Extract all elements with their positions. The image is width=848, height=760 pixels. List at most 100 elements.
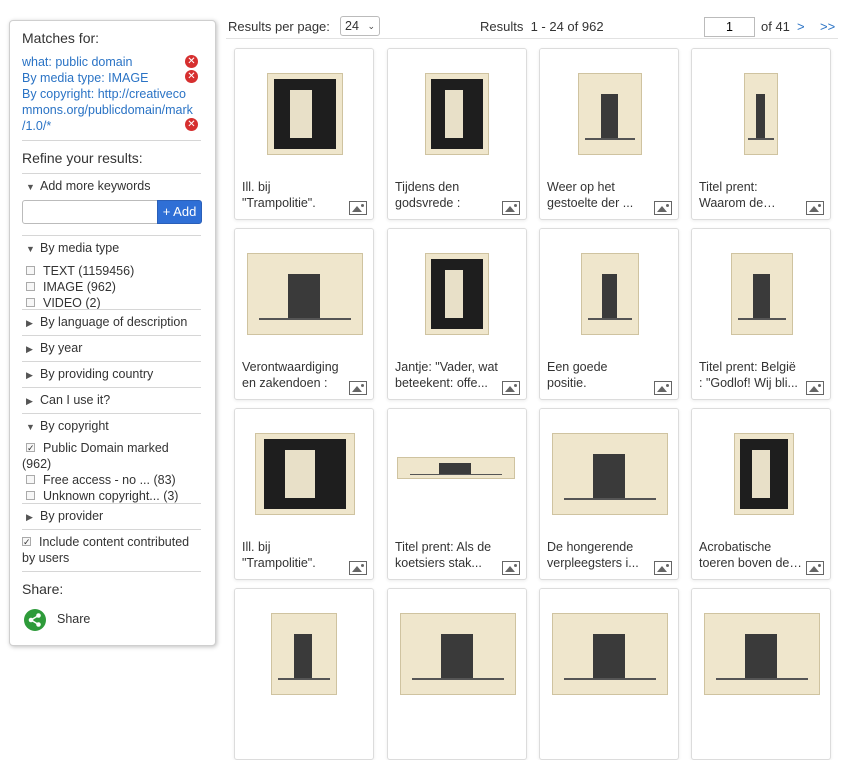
result-card[interactable]: Acrobatische toeren boven de intern... (691, 408, 831, 580)
result-card[interactable]: Titel prent: Als de koetsiers stak... (387, 408, 527, 580)
option-label: Unknown copyright... (3) (43, 489, 179, 503)
page-number-input[interactable] (704, 17, 755, 37)
facet-country[interactable]: ▶ By providing country (22, 362, 201, 386)
result-thumbnail[interactable] (552, 433, 668, 515)
checkbox[interactable] (26, 440, 35, 456)
facet-media-type[interactable]: ▼ By media type (22, 236, 201, 260)
result-thumbnail[interactable] (731, 253, 793, 335)
result-thumbnail[interactable] (400, 613, 516, 695)
result-thumbnail-area[interactable] (540, 49, 678, 171)
result-caption[interactable]: Titel prent: Als de koetsiers stak... (395, 539, 498, 571)
copyright-option-unknown[interactable]: Unknown copyright... (3) (26, 488, 178, 504)
result-thumbnail-area[interactable] (692, 229, 830, 351)
facet-label: By providing country (40, 367, 154, 381)
result-card[interactable]: De hongerende verpleegsters i... (539, 408, 679, 580)
result-thumbnail-area[interactable] (388, 589, 526, 711)
checkbox[interactable] (26, 266, 35, 275)
image-type-icon (806, 381, 824, 395)
result-card[interactable] (691, 588, 831, 760)
result-card[interactable]: Een goede positie. (539, 228, 679, 400)
copyright-option-free-access[interactable]: Free access - no ... (83) (26, 472, 176, 488)
remove-match-what-icon[interactable]: ✕ (185, 55, 198, 68)
remove-match-copyright-icon[interactable]: ✕ (185, 118, 198, 131)
result-card[interactable]: Jantje: "Vader, wat beteekent: offe... (387, 228, 527, 400)
result-caption[interactable]: Acrobatische toeren boven de intern... (699, 539, 802, 571)
match-copyright-link[interactable]: By copyright: http://creativeco mmons.or… (22, 86, 193, 134)
result-caption[interactable]: Titel prent: België : "Godlof! Wij bli..… (699, 359, 802, 391)
result-thumbnail[interactable] (552, 613, 668, 695)
result-thumbnail-area[interactable] (540, 409, 678, 531)
last-page-link[interactable]: >> (820, 19, 835, 34)
copyright-option-public-domain[interactable]: Public Domain marked (26, 440, 169, 456)
result-card[interactable]: Weer op het gestoelte der ... (539, 48, 679, 220)
result-caption[interactable]: Titel prent: Waarom de vrijzinnige b... (699, 179, 802, 211)
result-card[interactable]: Ill. bij "Trampolitie". (234, 408, 374, 580)
result-thumbnail[interactable] (581, 253, 639, 335)
image-type-icon (349, 381, 367, 395)
result-caption[interactable]: Ill. bij "Trampolitie". (242, 539, 345, 571)
result-card[interactable] (234, 588, 374, 760)
result-card[interactable]: Titel prent: België : "Godlof! Wij bli..… (691, 228, 831, 400)
facet-language[interactable]: ▶ By language of description (22, 310, 201, 334)
include-ugc-option[interactable]: Include content contributed (22, 534, 189, 550)
facet-copyright[interactable]: ▼ By copyright (22, 414, 201, 438)
match-what-link[interactable]: what: public domain (22, 54, 132, 70)
result-card[interactable] (539, 588, 679, 760)
result-thumbnail-area[interactable] (235, 589, 373, 711)
result-card[interactable]: Tijdens den godsvrede : (387, 48, 527, 220)
facet-year[interactable]: ▶ By year (22, 336, 201, 360)
keyword-input[interactable] (22, 200, 158, 224)
result-caption[interactable]: Jantje: "Vader, wat beteekent: offe... (395, 359, 498, 391)
facet-add-keywords[interactable]: ▼ Add more keywords (22, 174, 201, 198)
result-thumbnail[interactable] (704, 613, 820, 695)
per-page-select[interactable]: 24 ⌄ (340, 16, 380, 36)
result-caption[interactable]: Een goede positie. (547, 359, 650, 391)
chevron-right-icon: ▶ (26, 396, 33, 406)
result-thumbnail[interactable] (425, 253, 489, 335)
result-thumbnail[interactable] (255, 433, 355, 515)
result-thumbnail-area[interactable] (692, 409, 830, 531)
result-thumbnail-area[interactable] (235, 409, 373, 531)
result-thumbnail-area[interactable] (235, 49, 373, 171)
result-thumbnail[interactable] (744, 73, 778, 155)
add-keyword-button[interactable]: + Add (157, 200, 202, 224)
result-thumbnail[interactable] (397, 457, 515, 479)
checkbox[interactable] (26, 282, 35, 291)
match-media-type-link[interactable]: By media type: IMAGE (22, 70, 148, 86)
result-thumbnail-area[interactable] (692, 589, 830, 711)
result-thumbnail-area[interactable] (388, 409, 526, 531)
result-thumbnail[interactable] (734, 433, 794, 515)
facet-provider[interactable]: ▶ By provider (22, 504, 201, 528)
checkbox[interactable] (26, 491, 35, 500)
checkbox[interactable] (22, 534, 31, 550)
refine-sidebar: Matches for: what: public domain ✕ By me… (9, 20, 216, 646)
checkbox[interactable] (26, 298, 35, 307)
result-card[interactable]: Ill. bij "Trampolitie". (234, 48, 374, 220)
next-page-link[interactable]: > (797, 19, 805, 34)
option-count: (962) (22, 457, 52, 471)
result-thumbnail[interactable] (425, 73, 489, 155)
result-caption[interactable]: De hongerende verpleegsters i... (547, 539, 650, 571)
result-thumbnail-area[interactable] (388, 49, 526, 171)
result-thumbnail-area[interactable] (540, 589, 678, 711)
result-thumbnail-area[interactable] (388, 229, 526, 351)
media-option-text[interactable]: TEXT (1159456) (26, 263, 134, 279)
result-thumbnail[interactable] (247, 253, 363, 335)
result-card[interactable]: Verontwaardiging en zakendoen : (234, 228, 374, 400)
result-thumbnail-area[interactable] (540, 229, 678, 351)
media-option-image[interactable]: IMAGE (962) (26, 279, 116, 295)
result-thumbnail-area[interactable] (692, 49, 830, 171)
remove-match-media-type-icon[interactable]: ✕ (185, 70, 198, 83)
result-caption[interactable]: Ill. bij "Trampolitie". (242, 179, 345, 211)
checkbox[interactable] (26, 475, 35, 484)
result-thumbnail-area[interactable] (235, 229, 373, 351)
result-thumbnail[interactable] (578, 73, 642, 155)
result-thumbnail[interactable] (271, 613, 337, 695)
result-card[interactable] (387, 588, 527, 760)
result-caption[interactable]: Tijdens den godsvrede : (395, 179, 498, 211)
result-caption[interactable]: Weer op het gestoelte der ... (547, 179, 650, 211)
result-thumbnail[interactable] (267, 73, 343, 155)
result-card[interactable]: Titel prent: Waarom de vrijzinnige b... (691, 48, 831, 220)
result-caption[interactable]: Verontwaardiging en zakendoen : (242, 359, 345, 391)
facet-can-i-use[interactable]: ▶ Can I use it? (22, 388, 201, 412)
